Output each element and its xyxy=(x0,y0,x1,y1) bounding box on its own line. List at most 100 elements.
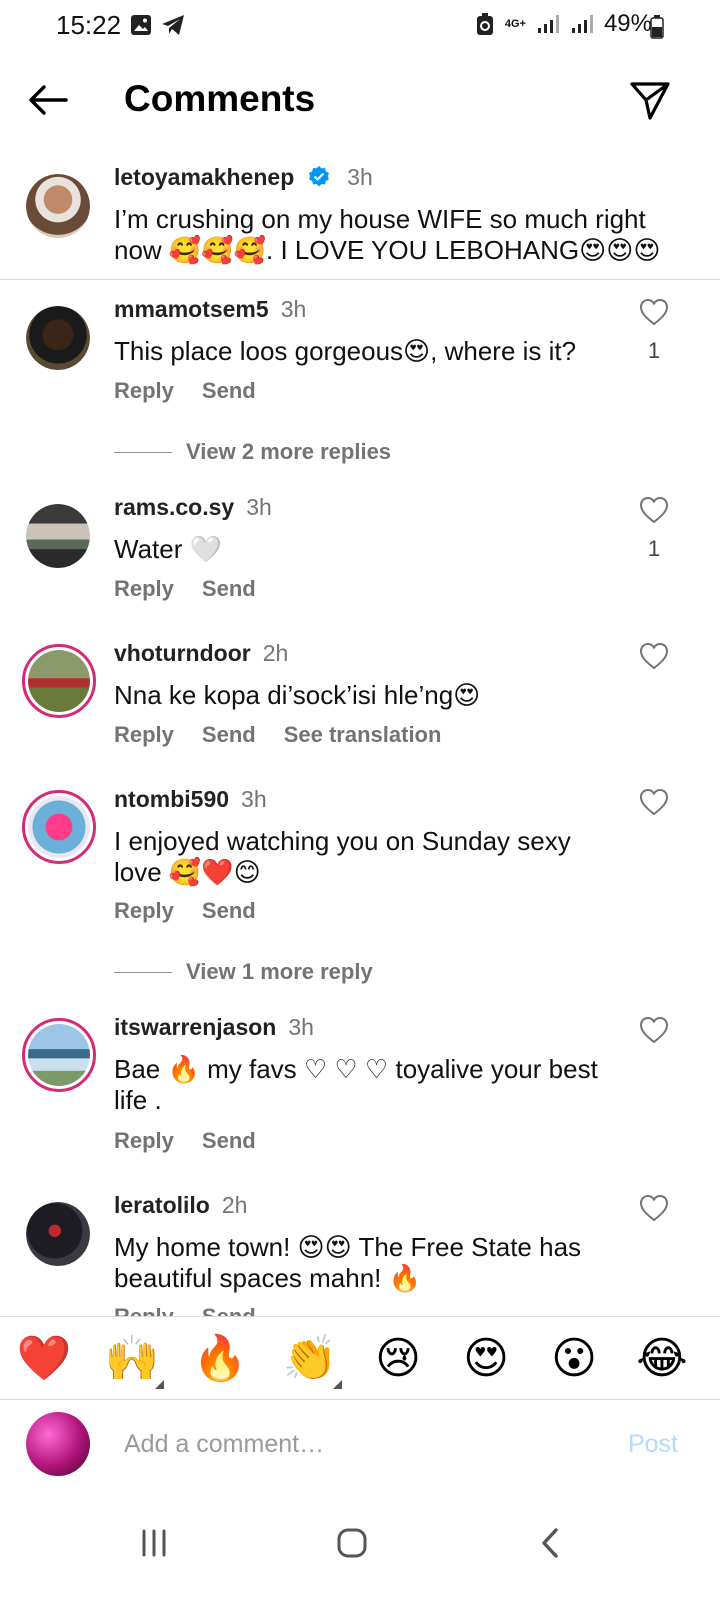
username[interactable]: ntombi590 xyxy=(114,786,229,812)
header: Comments xyxy=(0,60,720,140)
like-count: 1 xyxy=(647,338,661,363)
view-more-replies[interactable]: View 2 more replies xyxy=(114,437,514,467)
reply-button[interactable]: Reply xyxy=(114,1304,174,1316)
emoji-raising-hands: 🙌 xyxy=(104,1334,160,1383)
heart-icon[interactable] xyxy=(638,1014,670,1046)
back-nav-icon[interactable] xyxy=(520,1518,580,1568)
like-box: 1 xyxy=(626,296,682,364)
see-translation-button[interactable]: See translation xyxy=(284,722,442,748)
post-button[interactable]: Post xyxy=(628,1430,678,1459)
avatar[interactable] xyxy=(26,306,90,370)
view-more-replies[interactable]: View 1 more reply xyxy=(114,957,514,987)
comment-actions: Reply Send xyxy=(114,378,256,404)
send-button[interactable]: Send xyxy=(202,378,256,404)
telegram-icon xyxy=(162,15,184,35)
send-button[interactable]: Send xyxy=(202,1304,256,1316)
comment-item: ntombi590 3h I enjoyed watching you on Su… xyxy=(0,786,720,936)
timestamp: 2h xyxy=(262,640,289,666)
like-box xyxy=(626,640,682,672)
comment-text: My home town! 😍😍 The Free State has beau… xyxy=(114,1232,582,1293)
share-paper-plane-icon[interactable] xyxy=(628,78,672,122)
emoji-clapping-hands-wrap[interactable]: 👏 xyxy=(282,1331,342,1389)
heart-icon[interactable] xyxy=(638,494,670,526)
verified-badge-icon xyxy=(308,166,329,187)
comment-actions: Reply Send xyxy=(114,1304,256,1316)
signal-icon xyxy=(537,15,559,33)
reply-button[interactable]: Reply xyxy=(114,576,174,602)
send-button[interactable]: Send xyxy=(202,898,256,924)
data-saver-icon xyxy=(476,13,493,35)
reply-button[interactable]: Reply xyxy=(114,1128,174,1154)
comment-header: itswarrenjason 3h xyxy=(114,1014,314,1041)
username[interactable]: mmamotsem5 xyxy=(114,296,269,322)
avatar[interactable] xyxy=(26,504,90,568)
username[interactable]: vhoturndoor xyxy=(114,640,251,666)
avatar-story-ring[interactable] xyxy=(22,644,96,718)
send-button[interactable]: Send xyxy=(202,576,256,602)
current-user-avatar xyxy=(26,1412,90,1476)
comment-header: ntombi590 3h xyxy=(114,786,267,813)
send-button[interactable]: Send xyxy=(202,722,256,748)
avatar-story-ring[interactable] xyxy=(22,1018,96,1092)
emoji-crying-face[interactable]: 😢 xyxy=(370,1331,426,1387)
emoji-heart-eyes[interactable]: 😍 xyxy=(458,1331,514,1387)
comment-text: Water 🤍 xyxy=(114,534,222,564)
comment-text: I enjoyed watching you on Sunday sexy lo… xyxy=(114,826,571,887)
username[interactable]: leratolilo xyxy=(114,1192,210,1218)
emoji-raising-hands-wrap[interactable]: 🙌 xyxy=(104,1331,164,1389)
view-more-label: View 1 more reply xyxy=(186,959,373,984)
timestamp: 3h xyxy=(246,494,272,520)
caption-header: letoyamakhenep 3h xyxy=(114,164,373,191)
username[interactable]: rams.co.sy xyxy=(114,494,234,520)
network-type: 4G+ xyxy=(504,17,526,30)
like-box xyxy=(626,1192,682,1224)
comment-item: itswarrenjason 3h Bae 🔥 my favs ♡ ♡ ♡ toy… xyxy=(0,1014,720,1164)
like-box xyxy=(626,1014,682,1046)
status-time: 15:22 xyxy=(56,10,122,40)
post-caption: letoyamakhenep 3h I’m crushing on my hou… xyxy=(0,160,720,280)
emoji-red-heart[interactable]: ❤️ xyxy=(16,1331,72,1387)
comment-item: rams.co.sy 3h Water 🤍 Reply Send 1 xyxy=(0,494,720,614)
like-box: 1 xyxy=(626,494,682,562)
status-right: 4G+ 49% xyxy=(475,10,652,38)
avatar-story-ring[interactable] xyxy=(22,790,96,864)
avatar[interactable] xyxy=(26,174,90,238)
battery-percent: 49% xyxy=(603,10,652,37)
heart-icon[interactable] xyxy=(638,296,670,328)
recent-apps-icon[interactable] xyxy=(124,1518,184,1568)
reply-button[interactable]: Reply xyxy=(114,898,174,924)
username[interactable]: letoyamakhenep xyxy=(114,164,294,190)
like-box xyxy=(626,786,682,818)
avatar[interactable] xyxy=(26,1202,90,1266)
heart-icon[interactable] xyxy=(638,1192,670,1224)
emoji-fire[interactable]: 🔥 xyxy=(192,1331,248,1387)
emoji-quick-reactions: ❤️ 🙌 🔥 👏 😢 😍 😮 😂 xyxy=(0,1316,720,1400)
status-bar: 15:22 4G+ 49% xyxy=(0,0,720,52)
gallery-icon xyxy=(131,15,151,35)
timestamp: 3h xyxy=(347,164,373,190)
comment-text: Nna ke kopa di’sock’isi hle’ng😍 xyxy=(114,680,481,710)
comment-header: vhoturndoor 2h xyxy=(114,640,288,667)
comment-item: vhoturndoor 2h Nna ke kopa di’sock’isi hl… xyxy=(0,640,720,760)
timestamp: 3h xyxy=(280,296,307,322)
page-title: Comments xyxy=(124,78,316,119)
emoji-tears-of-joy[interactable]: 😂 xyxy=(634,1331,690,1387)
comment-input[interactable] xyxy=(124,1422,584,1466)
heart-icon[interactable] xyxy=(638,786,670,818)
comment-text: Bae 🔥 my favs ♡ ♡ ♡ toyalive your best l… xyxy=(114,1054,598,1115)
username[interactable]: itswarrenjason xyxy=(114,1014,276,1040)
reply-button[interactable]: Reply xyxy=(114,378,174,404)
emoji-surprised-face[interactable]: 😮 xyxy=(546,1331,602,1387)
comment-header: mmamotsem5 3h xyxy=(114,296,306,323)
back-arrow-icon[interactable] xyxy=(26,78,70,122)
send-button[interactable]: Send xyxy=(202,1128,256,1154)
reply-button[interactable]: Reply xyxy=(114,722,174,748)
caption-text: I’m crushing on my house WIFE so much ri… xyxy=(114,204,661,265)
comment-actions: Reply Send xyxy=(114,898,256,924)
home-icon[interactable] xyxy=(322,1518,382,1568)
comment-header: rams.co.sy 3h xyxy=(114,494,272,521)
comment-composer: Post xyxy=(0,1400,720,1490)
comment-header: leratolilo 2h xyxy=(114,1192,247,1219)
heart-icon[interactable] xyxy=(638,640,670,672)
comment-actions: Reply Send See translation xyxy=(114,722,441,748)
